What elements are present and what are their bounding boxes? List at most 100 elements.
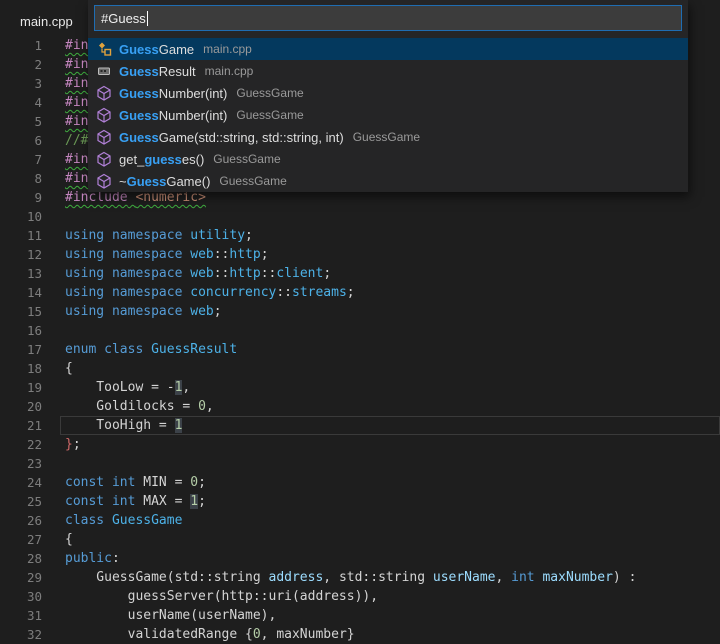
code-text: { — [60, 359, 720, 378]
symbol-description: GuessGame — [353, 130, 420, 144]
code-line[interactable]: 23 — [0, 454, 720, 473]
line-number: 28 — [0, 549, 60, 568]
code-text: TooHigh = 1 — [60, 416, 720, 435]
tab-main-cpp[interactable]: main.cpp — [0, 8, 73, 29]
code-text — [60, 207, 720, 226]
code-text: TooLow = -1, — [60, 378, 720, 397]
symbol-row[interactable]: GuessResultmain.cpp — [88, 60, 688, 82]
line-number: 4 — [0, 93, 60, 112]
code-text: guessServer(http::uri(address)), — [60, 587, 720, 606]
code-line[interactable]: 11using namespace utility; — [0, 226, 720, 245]
method-icon — [96, 173, 112, 189]
symbol-row[interactable]: GuessNumber(int)GuessGame — [88, 104, 688, 126]
error-squiggle: #in — [65, 76, 88, 91]
code-text: class GuessGame — [60, 511, 720, 530]
code-line[interactable]: 26class GuessGame — [0, 511, 720, 530]
line-number: 9 — [0, 188, 60, 207]
symbol-row[interactable]: get_guesses() GuessGame — [88, 148, 688, 170]
code-line[interactable]: 12using namespace web::http; — [0, 245, 720, 264]
line-number: 32 — [0, 625, 60, 644]
error-squiggle: #in — [65, 95, 88, 110]
line-number: 7 — [0, 150, 60, 169]
code-line[interactable]: 29 GuessGame(std::string address, std::s… — [0, 568, 720, 587]
code-line[interactable]: 13using namespace web::http::client; — [0, 264, 720, 283]
code-line[interactable]: 16 — [0, 321, 720, 340]
code-line[interactable]: 25const int MAX = 1; — [0, 492, 720, 511]
line-number: 24 — [0, 473, 60, 492]
line-number: 17 — [0, 340, 60, 359]
symbol-search-input[interactable]: #Guess — [94, 5, 682, 31]
line-number: 16 — [0, 321, 60, 340]
code-line[interactable]: 21 TooHigh = 1 — [0, 416, 720, 435]
line-number: 19 — [0, 378, 60, 397]
quick-open-widget: #Guess GuessGame main.cpp GuessResultmain.… — [88, 0, 688, 192]
symbol-description: GuessGame — [236, 108, 303, 122]
code-text: GuessGame(std::string address, std::stri… — [60, 568, 720, 587]
symbol-label: get_guesses() — [119, 152, 204, 167]
code-text — [60, 454, 720, 473]
code-text: using namespace web::http; — [60, 245, 720, 264]
line-number: 30 — [0, 587, 60, 606]
code-line[interactable]: 18{ — [0, 359, 720, 378]
code-line[interactable]: 30 guessServer(http::uri(address)), — [0, 587, 720, 606]
symbol-row[interactable]: GuessNumber(int)GuessGame — [88, 82, 688, 104]
code-line[interactable]: 31 userName(userName), — [0, 606, 720, 625]
line-number: 14 — [0, 283, 60, 302]
symbol-description: GuessGame — [219, 174, 286, 188]
code-text — [60, 321, 720, 340]
line-number: 15 — [0, 302, 60, 321]
code-line[interactable]: 17enum class GuessResult — [0, 340, 720, 359]
code-text: enum class GuessResult — [60, 340, 720, 359]
symbol-description: main.cpp — [203, 42, 252, 56]
code-text: }; — [60, 435, 720, 454]
class-icon — [96, 41, 112, 57]
line-number: 12 — [0, 245, 60, 264]
line-number: 21 — [0, 416, 60, 435]
code-line[interactable]: 10 — [0, 207, 720, 226]
error-squiggle: #include <numeric> — [65, 190, 206, 205]
line-number: 26 — [0, 511, 60, 530]
quick-input-wrap: #Guess — [88, 0, 688, 31]
code-text: validatedRange {0, maxNumber} — [60, 625, 720, 644]
line-number: 18 — [0, 359, 60, 378]
code-text: const int MIN = 0; — [60, 473, 720, 492]
code-line[interactable]: 19 TooLow = -1, — [0, 378, 720, 397]
error-squiggle: #in — [65, 152, 88, 167]
symbol-row[interactable]: GuessGame main.cpp — [88, 38, 688, 60]
code-text: using namespace web::http::client; — [60, 264, 720, 283]
method-icon — [96, 107, 112, 123]
search-query-text: #Guess — [101, 11, 146, 26]
code-text: using namespace utility; — [60, 226, 720, 245]
error-squiggle: #in — [65, 57, 88, 72]
symbol-row[interactable]: GuessGame(std::string, std::string, int)… — [88, 126, 688, 148]
code-line[interactable]: 14using namespace concurrency::streams; — [0, 283, 720, 302]
error-squiggle: #in — [65, 38, 88, 53]
error-squiggle: #in — [65, 171, 88, 186]
code-text: Goldilocks = 0, — [60, 397, 720, 416]
code-line[interactable]: 20 Goldilocks = 0, — [0, 397, 720, 416]
code-text: public: — [60, 549, 720, 568]
code-line[interactable]: 32 validatedRange {0, maxNumber} — [0, 625, 720, 644]
line-number: 23 — [0, 454, 60, 473]
line-number: 13 — [0, 264, 60, 283]
line-number: 27 — [0, 530, 60, 549]
code-text: using namespace web; — [60, 302, 720, 321]
line-number: 5 — [0, 112, 60, 131]
error-squiggle: #in — [65, 114, 88, 129]
line-number: 10 — [0, 207, 60, 226]
symbol-label: GuessNumber(int) — [119, 86, 227, 101]
line-number: 8 — [0, 169, 60, 188]
line-number: 11 — [0, 226, 60, 245]
line-number: 31 — [0, 606, 60, 625]
line-number: 22 — [0, 435, 60, 454]
code-line[interactable]: 27{ — [0, 530, 720, 549]
code-line[interactable]: 28public: — [0, 549, 720, 568]
code-text: using namespace concurrency::streams; — [60, 283, 720, 302]
line-number: 1 — [0, 36, 60, 55]
symbol-label: GuessGame — [119, 42, 194, 57]
symbol-row[interactable]: ~GuessGame()GuessGame — [88, 170, 688, 192]
symbol-description: GuessGame — [213, 152, 280, 166]
code-line[interactable]: 15using namespace web; — [0, 302, 720, 321]
code-line[interactable]: 22}; — [0, 435, 720, 454]
code-line[interactable]: 24const int MIN = 0; — [0, 473, 720, 492]
